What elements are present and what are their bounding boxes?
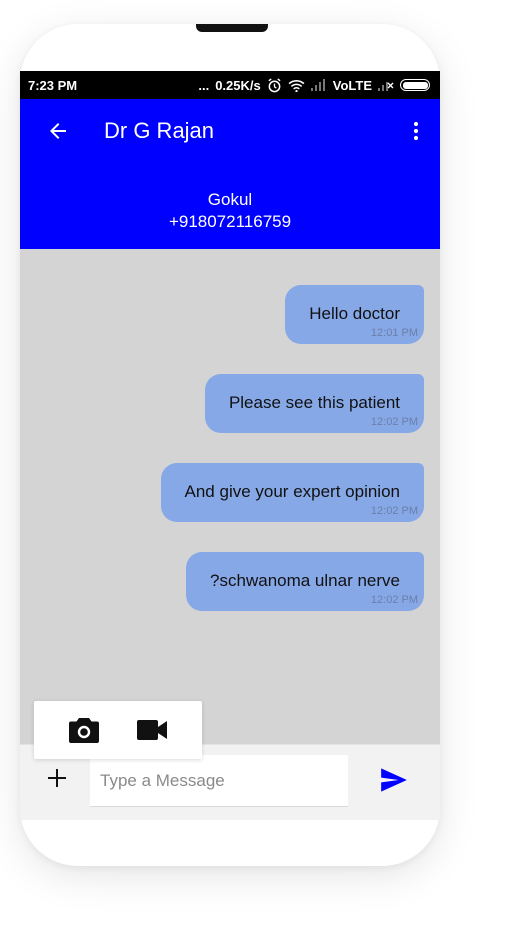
message-time: 12:02 PM — [370, 505, 418, 517]
attachment-menu — [34, 701, 202, 759]
message-input[interactable] — [90, 755, 348, 807]
message-bubble[interactable]: ?schwanoma ulnar nerve 12:02 PM — [186, 552, 424, 611]
status-indicators: ... 0.25K/s VoLTE — [198, 78, 430, 93]
page-title: Dr G Rajan — [104, 118, 215, 143]
message-text: Hello doctor — [309, 304, 400, 323]
message-bubble[interactable]: Please see this patient 12:02 PM — [204, 374, 424, 433]
status-dots: ... — [198, 77, 210, 93]
app-bar: Dr G Rajan Gokul +918072116759 — [20, 99, 440, 249]
chat-list: Hello doctor 12:01 PM Please see this pa… — [20, 249, 440, 744]
plus-icon[interactable] — [46, 767, 68, 789]
message-text: Please see this patient — [228, 393, 400, 412]
camera-icon[interactable] — [68, 716, 100, 744]
toolbar: Dr G Rajan — [20, 99, 440, 163]
message-bubble[interactable]: Hello doctor 12:01 PM — [285, 285, 424, 344]
carrier-label: VoLTE — [332, 77, 372, 93]
message-text: And give your expert opinion — [184, 482, 400, 501]
patient-phone: +918072116759 — [168, 212, 292, 231]
status-bar: 7:23 PM ... 0.25K/s VoLTE — [20, 71, 440, 99]
signal-icon — [310, 79, 327, 91]
message-text: ?schwanoma ulnar nerve — [210, 571, 400, 590]
network-speed: 0.25K/s — [215, 77, 261, 93]
message-time: 12:02 PM — [370, 594, 418, 606]
app-screen: 7:23 PM ... 0.25K/s VoLTE Dr G Rajan Gok… — [20, 71, 440, 820]
alarm-icon — [267, 77, 282, 93]
send-icon[interactable] — [380, 767, 408, 793]
status-time: 7:23 PM — [28, 77, 78, 93]
patient-name: Gokul — [207, 190, 253, 209]
patient-info: Gokul +918072116759 — [20, 189, 440, 233]
wifi-icon — [288, 79, 305, 92]
more-vert-icon[interactable] — [404, 119, 428, 143]
message-time: 12:02 PM — [370, 416, 418, 428]
phone-speaker — [196, 24, 268, 32]
no-signal-icon — [378, 79, 394, 91]
message-time: 12:01 PM — [370, 327, 418, 339]
battery-icon — [400, 79, 430, 91]
message-bubble[interactable]: And give your expert opinion 12:02 PM — [160, 463, 424, 522]
arrow-back-icon[interactable] — [46, 119, 70, 143]
videocam-icon[interactable] — [136, 719, 168, 741]
